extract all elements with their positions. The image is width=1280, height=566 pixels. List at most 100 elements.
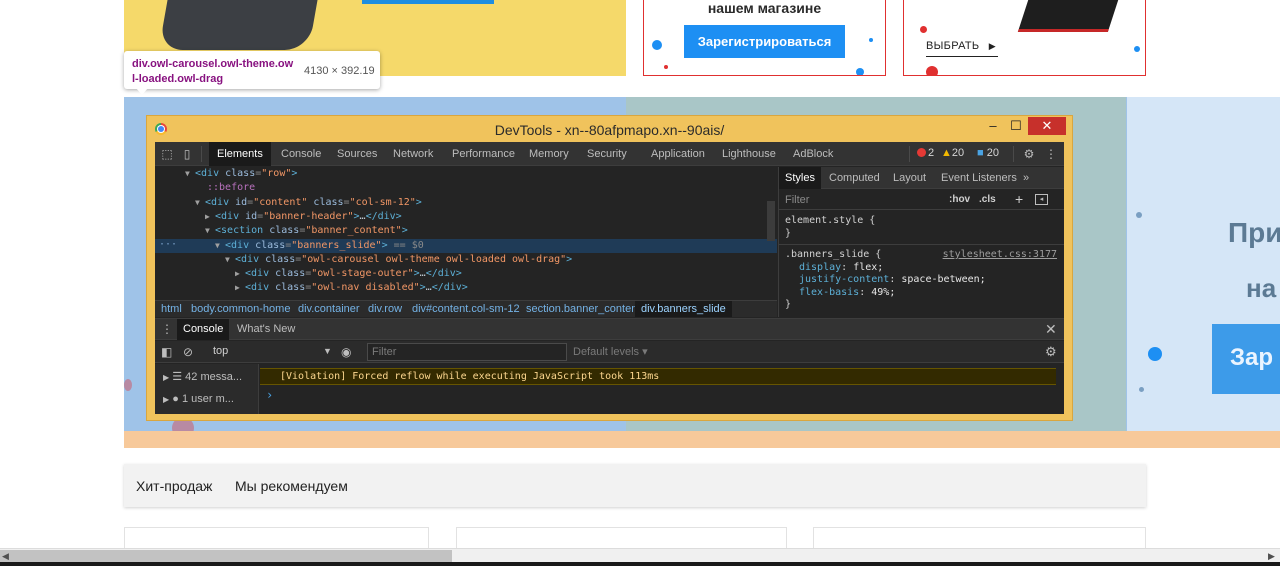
tab-elements[interactable]: Elements bbox=[209, 142, 271, 166]
tab-lighthouse[interactable]: Lighthouse bbox=[714, 142, 784, 166]
collapsed-triangle-icon[interactable]: ▶ bbox=[235, 281, 245, 295]
tab-computed[interactable]: Computed bbox=[823, 167, 886, 189]
sidebar-item-messages[interactable]: ▶ ☰ 42 messa... bbox=[155, 366, 259, 388]
info-count-value: 20 bbox=[986, 147, 999, 159]
dom-node-banner-header[interactable]: ▶ <div id="banner-header">…</div> bbox=[155, 210, 777, 224]
minimize-button[interactable]: – bbox=[982, 118, 1004, 136]
css-declaration[interactable]: justify-content: space-between; bbox=[785, 274, 1059, 287]
horizontal-scrollbar[interactable]: ◀ ▶ bbox=[0, 548, 1280, 562]
scroll-left-icon[interactable]: ◀ bbox=[2, 551, 9, 562]
elements-tree[interactable]: ▼ <div class="row"> ::before ▼ <div id="co… bbox=[155, 167, 777, 300]
devtools-titlebar[interactable]: DevTools - xn--80afpmapo.xn--90ais/ – ☐ … bbox=[147, 116, 1072, 142]
context-selector[interactable]: top bbox=[213, 345, 228, 357]
collapsed-triangle-icon[interactable]: ▶ bbox=[205, 210, 215, 224]
scrollbar-thumb[interactable] bbox=[0, 550, 452, 562]
more-options-icon[interactable]: ⋮ bbox=[1043, 146, 1059, 162]
drawer-tab-whats-new[interactable]: What's New bbox=[231, 319, 301, 340]
expanded-triangle-icon[interactable]: ▼ bbox=[215, 239, 225, 253]
css-declaration[interactable]: display: flex; bbox=[785, 262, 1059, 275]
css-property: flex-basis bbox=[799, 286, 860, 298]
console-filter-input[interactable]: Filter bbox=[367, 343, 567, 361]
sidebar-item-user-messages[interactable]: ▶ ● 1 user m... bbox=[155, 388, 259, 410]
device-toolbar-icon[interactable]: ▯ bbox=[179, 146, 195, 162]
breadcrumb-item[interactable]: section.banner_content bbox=[524, 301, 642, 317]
styles-filter-input[interactable]: Filter bbox=[785, 194, 809, 206]
banner-button-edge[interactable] bbox=[362, 0, 494, 4]
rule-source-link[interactable]: stylesheet.css:3177 bbox=[943, 249, 1057, 262]
console-settings-gear-icon[interactable]: ⚙ bbox=[1045, 344, 1057, 360]
tab-network[interactable]: Network bbox=[385, 142, 441, 166]
tab-application[interactable]: Application bbox=[643, 142, 713, 166]
close-drawer-icon[interactable]: ✕ bbox=[1045, 321, 1057, 338]
breadcrumb-item-active[interactable]: div.banners_slide bbox=[635, 301, 732, 317]
tab-recommended[interactable]: Мы рекомендуем bbox=[235, 478, 348, 494]
toolbar-divider bbox=[1013, 146, 1014, 162]
violation-message[interactable]: [Violation] Forced reflow while executin… bbox=[260, 368, 1056, 385]
expanded-triangle-icon[interactable]: ▼ bbox=[195, 196, 205, 210]
choose-button[interactable]: ВЫБРАТЬ ▶ bbox=[926, 40, 996, 52]
clear-console-icon[interactable]: ⊘ bbox=[183, 345, 193, 359]
more-actions-icon[interactable]: ··· bbox=[159, 239, 177, 250]
dom-node-section[interactable]: ▼ <section class="banner_content"> bbox=[155, 224, 777, 238]
register-button[interactable]: Зарегистрироваться bbox=[684, 25, 845, 58]
console-prompt[interactable]: › bbox=[266, 388, 273, 402]
taskbar-edge bbox=[0, 562, 1280, 566]
collapsed-triangle-icon[interactable]: ▶ bbox=[235, 267, 245, 281]
tab-console[interactable]: Console bbox=[273, 142, 329, 166]
tab-memory[interactable]: Memory bbox=[521, 142, 577, 166]
live-expression-eye-icon[interactable]: ◉ bbox=[341, 345, 351, 359]
decor-dot bbox=[664, 65, 668, 69]
drawer-menu-icon[interactable]: ⋮ bbox=[161, 322, 173, 336]
banners-slide-rule[interactable]: .banners_slide { stylesheet.css:3177 dis… bbox=[779, 245, 1064, 316]
breadcrumb-item[interactable]: html bbox=[159, 301, 184, 317]
settings-gear-icon[interactable]: ⚙ bbox=[1021, 146, 1037, 162]
tab-layout[interactable]: Layout bbox=[887, 167, 932, 189]
maximize-button[interactable]: ☐ bbox=[1005, 118, 1027, 136]
dom-node-stage[interactable]: ▶ <div class="owl-stage-outer">…</div> bbox=[155, 267, 777, 281]
expanded-triangle-icon[interactable]: ▼ bbox=[225, 253, 235, 267]
expand-triangle-icon[interactable]: ▶ bbox=[163, 373, 169, 382]
tab-security[interactable]: Security bbox=[579, 142, 635, 166]
info-count[interactable]: ■ 20 bbox=[977, 147, 999, 159]
class-toggle[interactable]: .cls bbox=[979, 194, 996, 205]
tab-performance[interactable]: Performance bbox=[444, 142, 523, 166]
close-window-button[interactable]: ✕ bbox=[1028, 117, 1066, 135]
tab-bestsellers[interactable]: Хит-продаж bbox=[136, 478, 212, 494]
dom-node-carousel[interactable]: ▼ <div class="owl-carousel owl-theme owl-… bbox=[155, 253, 777, 267]
expanded-triangle-icon[interactable]: ▼ bbox=[185, 167, 195, 181]
tab-styles[interactable]: Styles bbox=[779, 167, 821, 189]
elements-scrollbar[interactable] bbox=[767, 201, 775, 241]
inspect-element-icon[interactable]: ⬚ bbox=[159, 146, 175, 162]
warning-count[interactable]: ▲20 bbox=[941, 147, 964, 159]
dom-node-before[interactable]: ::before bbox=[155, 181, 777, 195]
breadcrumb-item[interactable]: body.common-home bbox=[189, 301, 292, 317]
devtools-toolbar: ⬚ ▯ Elements Console Sources Network Per… bbox=[155, 142, 1064, 166]
error-count[interactable]: 2 bbox=[917, 147, 934, 159]
dom-node-selected[interactable]: ▼ <div class="banners_slide"> == $0 bbox=[155, 238, 777, 253]
hero-register-button[interactable]: Зар bbox=[1212, 324, 1280, 394]
expand-triangle-icon[interactable]: ▶ bbox=[163, 395, 169, 404]
breadcrumb-item[interactable]: div#content.col-sm-12 bbox=[410, 301, 522, 317]
tab-adblock[interactable]: AdBlock bbox=[785, 142, 841, 166]
dom-node-row[interactable]: ▼ <div class="row"> bbox=[155, 167, 777, 181]
element-style-rule[interactable]: element.style { } bbox=[779, 211, 1064, 245]
new-style-rule-icon[interactable]: + bbox=[1015, 191, 1023, 207]
log-levels-dropdown[interactable]: Default levels ▾ bbox=[573, 345, 648, 358]
breadcrumb-item[interactable]: div.container bbox=[296, 301, 362, 317]
scroll-right-icon[interactable]: ▶ bbox=[1268, 551, 1275, 562]
sidebar-toggle-icon[interactable]: ◧ bbox=[161, 345, 172, 359]
dropdown-arrow-icon[interactable]: ▼ bbox=[323, 346, 332, 356]
decor-dot bbox=[1136, 212, 1142, 218]
more-tabs-icon[interactable]: » bbox=[1017, 167, 1035, 189]
dom-node-nav[interactable]: ▶ <div class="owl-nav disabled">…</div> bbox=[155, 281, 777, 295]
expanded-triangle-icon[interactable]: ▼ bbox=[205, 224, 215, 238]
toggle-sidebar-icon[interactable]: ◂ bbox=[1035, 194, 1048, 205]
drawer-tab-console[interactable]: Console bbox=[177, 319, 230, 340]
breadcrumb-item[interactable]: div.row bbox=[366, 301, 404, 317]
css-declaration[interactable]: flex-basis: 49%; bbox=[785, 287, 1059, 300]
hover-state-toggle[interactable]: :hov bbox=[949, 194, 970, 205]
dom-node-content[interactable]: ▼ <div id="content" class="col-sm-12"> bbox=[155, 196, 777, 210]
attr-value: "banner-header" bbox=[263, 210, 354, 222]
tab-event-listeners[interactable]: Event Listeners bbox=[935, 167, 1023, 189]
tab-sources[interactable]: Sources bbox=[329, 142, 385, 166]
